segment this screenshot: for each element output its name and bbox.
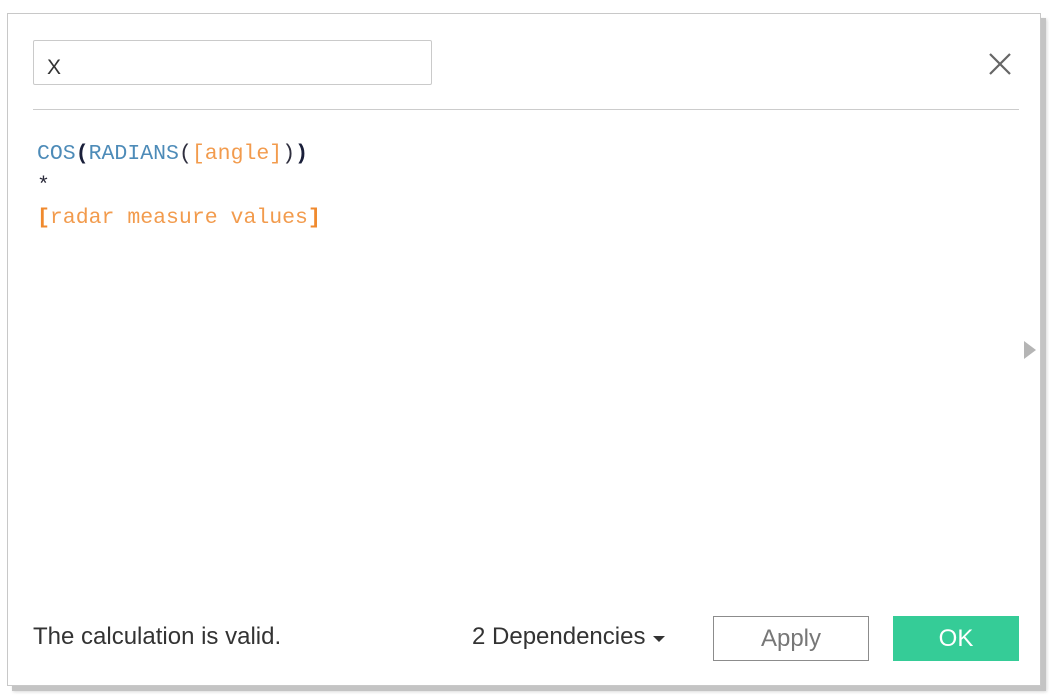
close-icon xyxy=(989,53,1011,75)
dependencies-dropdown[interactable]: 2 Dependencies xyxy=(472,623,666,651)
open-bracket: [ xyxy=(37,206,50,230)
close-paren: ) xyxy=(295,142,308,166)
dependencies-label: 2 Dependencies xyxy=(472,623,646,650)
field-angle: [angle] xyxy=(191,142,283,166)
close-paren: ) xyxy=(282,142,296,166)
caret-down-icon xyxy=(653,635,666,642)
header-divider xyxy=(33,109,1019,110)
multiply-operator: * xyxy=(37,174,50,198)
ok-button[interactable]: OK xyxy=(893,616,1019,661)
apply-button[interactable]: Apply xyxy=(713,616,869,661)
apply-label: Apply xyxy=(760,624,822,652)
validation-status: The calculation is valid. xyxy=(33,623,282,650)
ok-label: OK xyxy=(938,624,974,652)
open-paren: ( xyxy=(75,142,89,166)
formula-editor[interactable]: COS(RADIANS([angle])) * [radar measure v… xyxy=(37,138,321,234)
function-cos: COS xyxy=(37,142,76,166)
close-bracket: ] xyxy=(307,206,321,230)
open-paren: ( xyxy=(178,142,192,166)
calculation-editor-dialog: COS(RADIANS([angle])) * [radar measure v… xyxy=(7,13,1041,686)
expand-panel-arrow-icon[interactable] xyxy=(1024,341,1036,359)
function-radians: RADIANS xyxy=(88,142,179,166)
close-button[interactable] xyxy=(986,50,1014,78)
field-radar-measure-values: radar measure values xyxy=(49,206,308,230)
calculation-name-input[interactable] xyxy=(33,40,432,85)
